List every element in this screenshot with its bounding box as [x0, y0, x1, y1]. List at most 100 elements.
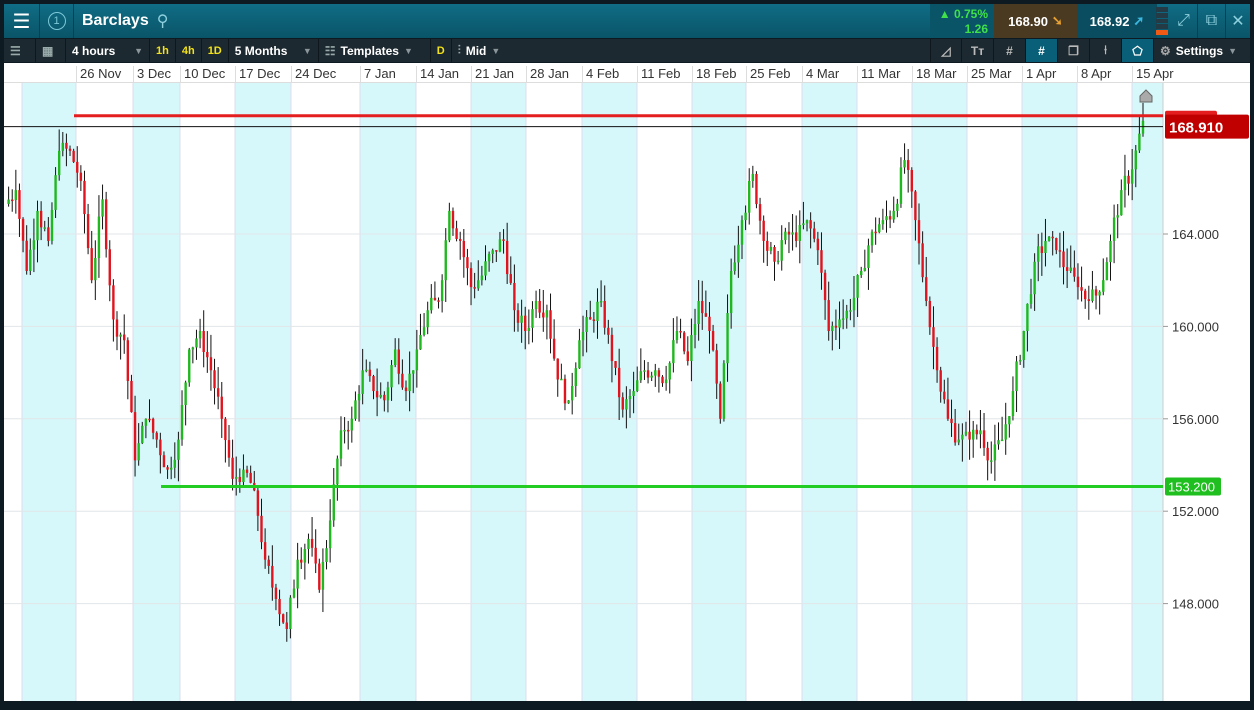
candle-up [303, 549, 307, 563]
grid-toggle[interactable]: # [994, 39, 1026, 62]
candle-up [29, 249, 32, 271]
candle-up [1026, 303, 1029, 332]
date-tick-label: 1 Apr [1022, 66, 1056, 83]
candle-up [867, 245, 870, 268]
candle-up [1018, 359, 1022, 362]
close-button[interactable]: ✕ [1226, 4, 1250, 38]
candle-up [838, 319, 841, 328]
link-group-button[interactable]: 1 [40, 4, 74, 38]
price-label-toggle[interactable]: ⬠ [1122, 39, 1154, 62]
candle-down [104, 199, 108, 250]
candle-down [1083, 290, 1087, 300]
candle-up [798, 225, 801, 241]
candle-down [928, 300, 932, 328]
candle-down [556, 358, 559, 380]
candle-down [216, 388, 220, 397]
windows-icon: ❐ [1068, 43, 1079, 58]
date-tick-label: 15 Apr [1132, 66, 1174, 83]
candle-down [592, 319, 596, 322]
candle-up [1033, 261, 1036, 295]
interval-select[interactable]: 4 hours ▼ [66, 39, 150, 62]
menu-button[interactable]: ☰ [4, 4, 40, 38]
title-bar: ☰ 1 Barclays ⚲ ▲ 0.75% 1.26 168.90 ➘ 168.9… [4, 4, 1250, 38]
search-icon[interactable]: ⚲ [157, 11, 169, 31]
chevron-down-icon: ▼ [491, 45, 501, 56]
maximize-button[interactable]: ⤢ [1170, 4, 1198, 38]
candle-down [505, 240, 509, 275]
candle-up [570, 385, 574, 401]
candle-down [563, 378, 567, 404]
crosshair-toggle[interactable]: # [1026, 39, 1058, 62]
candle-up [979, 430, 982, 435]
candle-down [762, 220, 765, 241]
buy-button[interactable]: 168.92 ➚ [1077, 4, 1157, 38]
candle-down [589, 317, 592, 320]
candle-up [54, 175, 57, 210]
signal-strength-icon [1156, 7, 1168, 35]
list-button[interactable]: ☰ [4, 39, 36, 62]
sell-button[interactable]: 168.90 ➘ [994, 4, 1077, 38]
sliders-icon: ☷ [324, 43, 336, 58]
grid-layout-icon: ▦ [42, 43, 54, 58]
circle-one-icon: 1 [47, 12, 66, 30]
settings-button[interactable]: ⚙ Settings ▼ [1154, 39, 1250, 62]
candle-down [285, 622, 288, 630]
quick-1d[interactable]: 1D [202, 39, 229, 62]
candle-up [805, 220, 809, 224]
candle-up [144, 418, 148, 426]
candle-up [386, 387, 390, 401]
candle-down [383, 394, 386, 401]
quick-1h[interactable]: 1h [150, 39, 176, 62]
candle-down [115, 319, 119, 337]
candle-up [990, 460, 993, 462]
candle-down [874, 231, 877, 234]
text-tool[interactable]: Tт [962, 39, 994, 62]
candle-up [531, 309, 534, 328]
candle-down [220, 396, 223, 419]
candle-up [444, 240, 447, 281]
candle-down [227, 440, 231, 458]
candle-up [863, 267, 867, 271]
candle-up [57, 150, 61, 176]
candle-up [650, 375, 653, 378]
candle-down [950, 418, 953, 424]
layout-button[interactable]: ▦ [36, 39, 66, 62]
candle-down [455, 228, 458, 239]
candle-up [289, 597, 292, 630]
quick-4h[interactable]: 4h [176, 39, 202, 62]
date-tick-label: 28 Jan [526, 66, 569, 83]
candle-up [581, 332, 585, 341]
trendline-tool[interactable]: ◿ [930, 39, 962, 62]
candle-down [823, 272, 827, 301]
candle-up [1004, 424, 1007, 440]
candle-down [401, 373, 404, 388]
candle-down [502, 239, 505, 241]
support-label: 153.200 [1168, 479, 1215, 494]
popout-icon: ⧉ [1205, 12, 1218, 29]
chevron-down-icon: ▼ [134, 45, 143, 56]
candle-down [159, 439, 162, 456]
candle-up [292, 588, 296, 598]
candle-down [347, 429, 350, 432]
price-type-select[interactable]: ⫶ Mid ▼ [452, 39, 507, 62]
candle-up [307, 538, 310, 550]
indicator-button[interactable]: ⍿ [1090, 39, 1122, 62]
candle-up [599, 300, 603, 303]
candle-up [722, 363, 726, 419]
chevron-down-icon: ▼ [403, 45, 413, 56]
overlay-button[interactable]: ❐ [1058, 39, 1090, 62]
candle-down [86, 214, 90, 249]
drawing-d-button[interactable]: D [431, 39, 452, 62]
candle-up [487, 253, 491, 262]
templates-button[interactable]: ☷ Templates ▼ [319, 39, 431, 62]
candle-down [910, 169, 913, 192]
date-tick-label: 26 Nov [76, 66, 121, 83]
candle-down [281, 614, 285, 623]
popout-button[interactable]: ⧉ [1198, 4, 1226, 38]
range-select[interactable]: 5 Months ▼ [229, 39, 319, 62]
candle-down [939, 370, 942, 392]
price-chart[interactable]: 172.000164.000160.000156.000152.000148.0… [4, 83, 1250, 701]
candle-up [1102, 280, 1105, 292]
candle-down [1065, 267, 1069, 271]
candle-up [379, 394, 382, 398]
